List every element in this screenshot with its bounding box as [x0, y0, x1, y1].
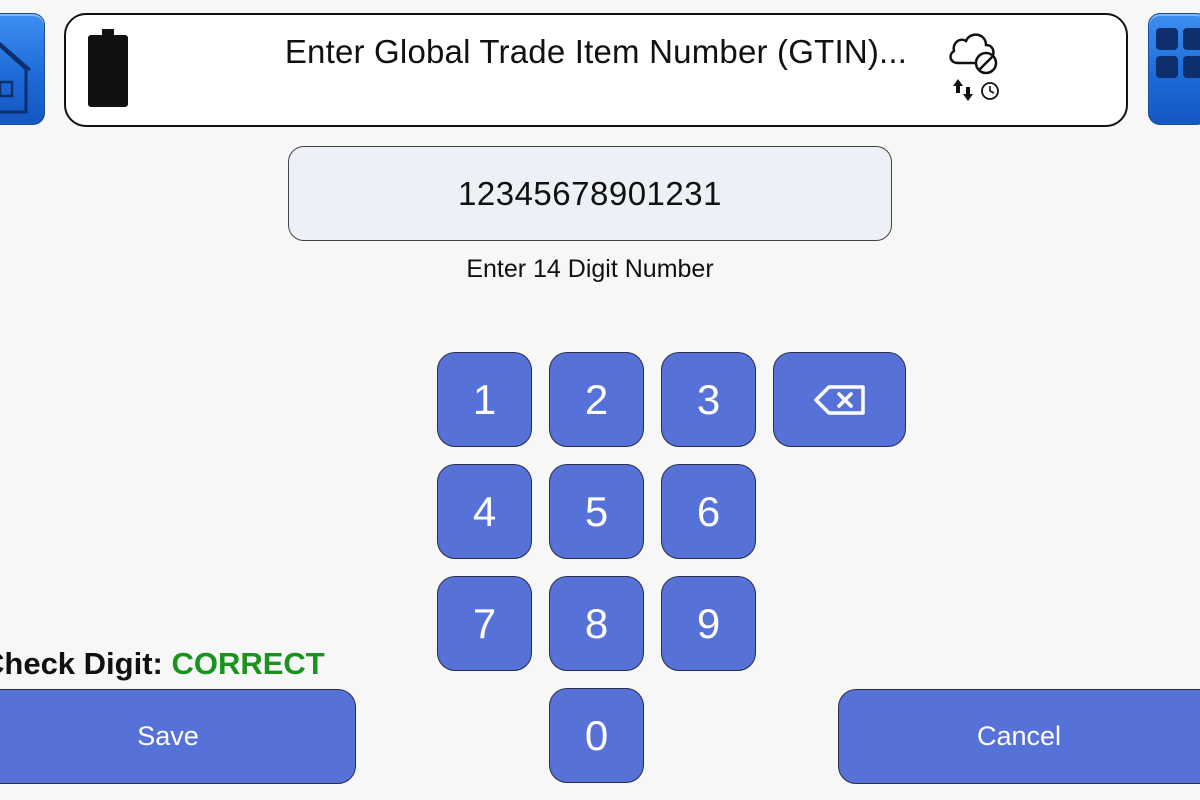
- key-6[interactable]: 6: [661, 464, 756, 559]
- backspace-button[interactable]: [773, 352, 906, 447]
- clock-icon: [981, 82, 999, 100]
- backspace-icon: [813, 384, 865, 415]
- key-4[interactable]: 4: [437, 464, 532, 559]
- key-1[interactable]: 1: [437, 352, 532, 447]
- home-icon: [0, 41, 31, 114]
- grid-menu-icon: [1156, 28, 1200, 78]
- save-button[interactable]: Save: [0, 689, 356, 784]
- key-8[interactable]: 8: [549, 576, 644, 671]
- check-digit-status: Check Digit: CORRECT: [0, 646, 325, 682]
- home-button[interactable]: [0, 13, 45, 125]
- key-3[interactable]: 3: [661, 352, 756, 447]
- key-5[interactable]: 5: [549, 464, 644, 559]
- header-bar: Enter Global Trade Item Number (GTIN)...: [64, 13, 1128, 127]
- input-hint: Enter 14 Digit Number: [466, 255, 714, 283]
- key-7[interactable]: 7: [437, 576, 532, 671]
- grid-menu-button[interactable]: [1148, 13, 1200, 125]
- key-2[interactable]: 2: [549, 352, 644, 447]
- cancel-button[interactable]: Cancel: [838, 689, 1200, 784]
- check-digit-value: CORRECT: [171, 646, 325, 681]
- cloud-offline-icon: [949, 33, 998, 75]
- key-0[interactable]: 0: [549, 688, 644, 783]
- sync-arrows-icon: [953, 79, 973, 101]
- gtin-entry-screen: Enter Global Trade Item Number (GTIN)...…: [0, 0, 1200, 800]
- key-9[interactable]: 9: [661, 576, 756, 671]
- gtin-input[interactable]: 12345678901231: [288, 146, 892, 241]
- check-digit-label: Check Digit:: [0, 646, 172, 681]
